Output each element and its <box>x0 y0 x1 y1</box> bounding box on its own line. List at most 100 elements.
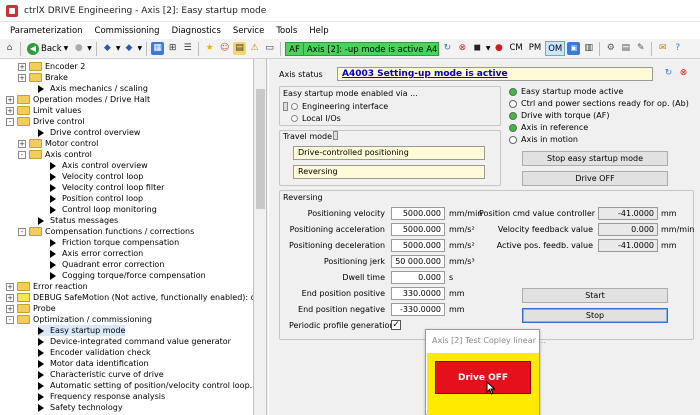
tree-item[interactable]: + DEBUG SafeMotion (Not active, functiona… <box>6 292 253 303</box>
network-icon[interactable]: ▥ <box>582 42 595 55</box>
tree-item[interactable]: Status messages <box>38 215 118 226</box>
mode-button-pm[interactable]: PM <box>527 41 543 56</box>
error-clear-icon[interactable]: ⊗ <box>456 42 469 55</box>
popup-drive-off-button[interactable]: Drive OFF <box>435 361 531 394</box>
param-value-input[interactable]: 0.000 <box>391 271 445 284</box>
arrow-nav-icon[interactable]: ◆ <box>101 42 114 55</box>
home-icon[interactable]: ⌂ <box>3 42 16 55</box>
menu-commissioning[interactable]: Commissioning <box>89 26 166 36</box>
tree-item[interactable]: Frequency response analysis <box>38 391 165 402</box>
tree-item[interactable]: Device-integrated command value generato… <box>38 336 231 347</box>
tree-item[interactable]: + Motor control <box>18 138 98 149</box>
tree-item[interactable]: Quadrant error correction <box>50 259 164 270</box>
calendar-icon[interactable]: ▤ <box>233 42 247 55</box>
expand-icon[interactable]: + <box>18 62 26 71</box>
param-value-input[interactable]: 5000.000 <box>391 239 445 252</box>
tree-item[interactable]: - Compensation functions / corrections <box>18 226 194 237</box>
expand-icon[interactable]: + <box>6 95 14 104</box>
collapse-icon[interactable]: - <box>6 315 14 324</box>
expand-icon[interactable]: + <box>6 106 14 115</box>
tree-item[interactable]: Axis error correction <box>50 248 143 259</box>
tree-item[interactable]: Cogging torque/force compensation <box>50 270 206 281</box>
refresh-icon[interactable]: ↻ <box>662 67 675 80</box>
emergency-stop-icon[interactable]: ● <box>492 42 505 55</box>
warning-icon[interactable]: ⚠ <box>248 42 261 55</box>
tree-item[interactable]: Velocity control loop filter <box>50 182 164 193</box>
tree-item[interactable]: + Encoder 2 <box>18 61 85 72</box>
radio-engineering-interface[interactable]: Engineering interface <box>291 102 388 111</box>
expand-icon[interactable]: + <box>6 304 14 313</box>
tree-item[interactable]: + Brake <box>18 72 68 83</box>
menu-help[interactable]: Help <box>303 26 334 36</box>
start-button[interactable]: Start <box>522 288 668 303</box>
tree-item[interactable]: + Limit values <box>6 105 81 116</box>
arrow-nav-icon[interactable]: ◆ <box>123 42 136 55</box>
param-value-input[interactable]: -330.0000 <box>391 303 445 316</box>
collapse-icon[interactable]: - <box>18 227 26 236</box>
list-icon[interactable]: ☰ <box>181 42 194 55</box>
mail-icon[interactable]: ✉ <box>656 42 669 55</box>
tree-item[interactable]: - Optimization / commissioning <box>6 314 152 325</box>
tree-item[interactable]: Characteristic curve of drive <box>38 369 164 380</box>
drive-icon[interactable]: ◼ <box>471 42 484 55</box>
tree-item[interactable]: Automatic setting of position/velocity c… <box>38 380 253 391</box>
tree-item[interactable]: Safety technology <box>38 402 123 413</box>
back-button[interactable]: ◀ Back ▼ <box>25 42 70 55</box>
tree-scrollbar-thumb[interactable] <box>256 89 265 209</box>
param-value-input[interactable]: 5000.000 <box>391 223 445 236</box>
param-value-input[interactable]: 5000.000 <box>391 207 445 220</box>
mode-button-cm[interactable]: CM <box>507 41 524 56</box>
tree-scrollbar[interactable] <box>254 59 267 415</box>
tree-item[interactable]: + Probe <box>6 303 56 314</box>
expand-icon[interactable]: + <box>6 293 14 302</box>
star-icon[interactable]: ★ <box>203 42 216 55</box>
person-icon[interactable]: ☺ <box>218 42 231 55</box>
chevron-down-icon[interactable]: ▼ <box>138 45 143 52</box>
tree-item[interactable]: Easy startup mode <box>38 325 126 336</box>
tree-item[interactable]: + Operation modes / Drive Halt <box>6 94 150 105</box>
travel-mode-field[interactable]: Drive-controlled positioning <box>293 146 485 160</box>
tree-item[interactable]: Drive control overview <box>38 127 140 138</box>
help-icon[interactable]: ? <box>671 42 684 55</box>
menu-tools[interactable]: Tools <box>270 26 303 36</box>
tree-item[interactable]: Friction torque compensation <box>50 237 179 248</box>
forward-icon[interactable]: ● <box>72 42 85 55</box>
tree-item[interactable]: - Axis control <box>18 149 92 160</box>
grid-icon[interactable]: ▦ <box>151 42 165 55</box>
refresh-icon[interactable]: ↻ <box>441 42 454 55</box>
tree-item[interactable]: Axis control overview <box>50 160 148 171</box>
tree-item[interactable]: Control loop monitoring <box>50 204 157 215</box>
window-icon[interactable]: ▭ <box>263 42 276 55</box>
display-icon[interactable]: ▣ <box>567 42 581 55</box>
chevron-down-icon[interactable]: ▼ <box>87 45 92 52</box>
error-clear-icon[interactable]: ⊗ <box>677 67 690 80</box>
tree-item[interactable]: - Drive control <box>6 116 85 127</box>
expand-icon[interactable]: + <box>18 73 26 82</box>
periodic-profile-checkbox[interactable]: ✓ <box>391 320 401 330</box>
tree-item[interactable]: Velocity control loop <box>50 171 143 182</box>
expand-icon[interactable]: + <box>6 282 14 291</box>
tree-item[interactable]: Axis mechanics / scaling <box>38 83 148 94</box>
chevron-down-icon[interactable]: ▼ <box>116 45 121 52</box>
tree-item[interactable]: Position control loop <box>50 193 143 204</box>
tools-icon[interactable]: ✎ <box>634 42 647 55</box>
radio-local-ios[interactable]: Local I/Os <box>291 114 341 123</box>
mode-button-om[interactable]: OM <box>545 41 566 56</box>
drive-off-button[interactable]: Drive OFF <box>522 171 668 186</box>
menu-diagnostics[interactable]: Diagnostics <box>166 26 227 36</box>
monitor-icon[interactable]: ▤ <box>619 42 632 55</box>
stop-button[interactable]: Stop <box>522 308 668 323</box>
tree-item[interactable]: Motor data identification <box>38 358 149 369</box>
travel-type-field[interactable]: Reversing <box>293 165 485 179</box>
param-value-input[interactable]: 330.0000 <box>391 287 445 300</box>
tree-icon[interactable]: ⊞ <box>166 42 179 55</box>
chevron-down-icon[interactable]: ▼ <box>486 45 491 52</box>
tree-item[interactable]: Encoder validation check <box>38 347 151 358</box>
param-value-input[interactable]: 50 000.000 <box>391 255 445 268</box>
stop-easy-startup-button[interactable]: Stop easy startup mode <box>522 151 668 166</box>
collapse-icon[interactable]: - <box>6 117 14 126</box>
settings-icon[interactable]: ⚙ <box>604 42 617 55</box>
menu-parameterization[interactable]: Parameterization <box>4 26 89 36</box>
tree-item[interactable]: + Error reaction <box>6 281 88 292</box>
menu-service[interactable]: Service <box>227 26 270 36</box>
